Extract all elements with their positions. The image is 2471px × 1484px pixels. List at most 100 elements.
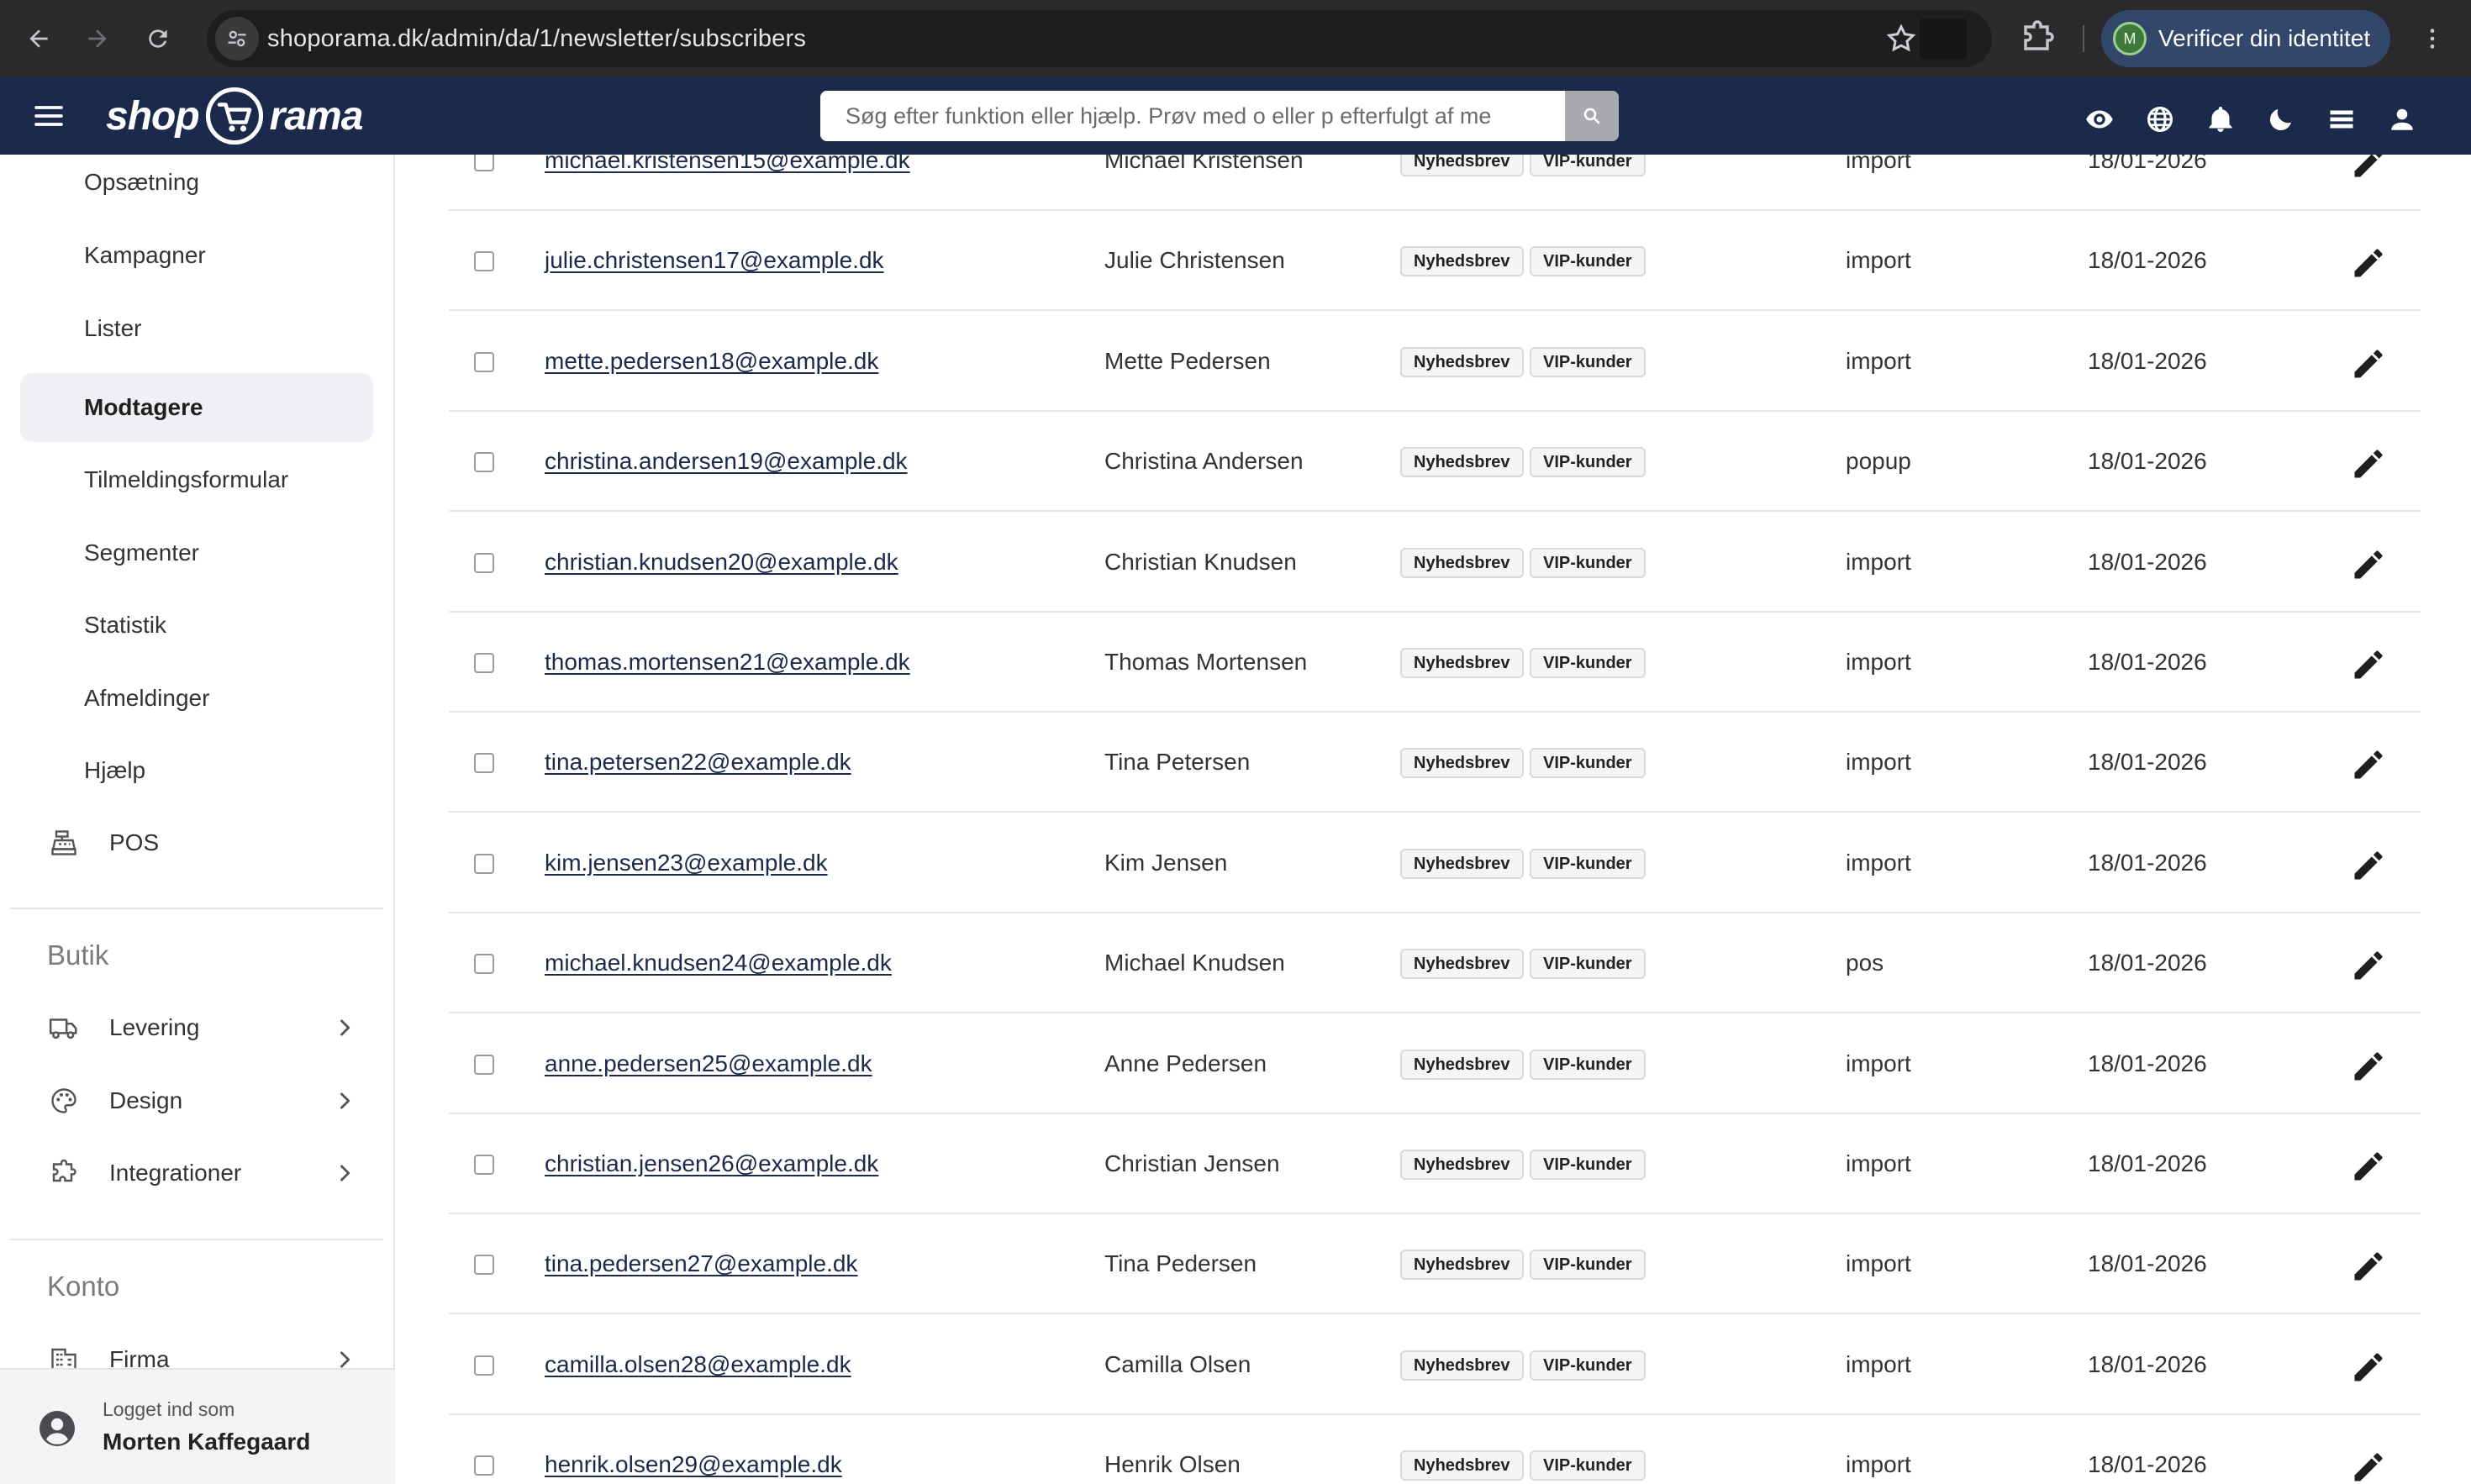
subscriber-email-link[interactable]: kim.jensen23@example.dk: [545, 850, 828, 876]
sidebar-item-segmenter[interactable]: Segmenter: [20, 518, 373, 587]
preview-button[interactable]: [2081, 101, 2118, 138]
subscriber-name: Henrik Olsen: [1104, 1451, 1241, 1477]
chevron-right-icon: [340, 1165, 350, 1181]
shoporama-logo[interactable]: shop rama: [106, 86, 363, 146]
sidebar-item-opsaetning[interactable]: Opsætning: [20, 155, 373, 217]
edit-pencil-icon[interactable]: [2350, 1449, 2387, 1484]
search-icon: [1583, 108, 1600, 124]
row-checkbox[interactable]: [474, 553, 494, 573]
edit-pencil-icon[interactable]: [2350, 746, 2387, 783]
address-bar[interactable]: shoporama.dk/admin/da/1/newsletter/subsc…: [207, 10, 1992, 67]
sidebar-item-design[interactable]: Design: [20, 1066, 356, 1135]
subscriber-name: Anne Pedersen: [1104, 1050, 1267, 1076]
row-checkbox[interactable]: [474, 251, 494, 271]
row-checkbox[interactable]: [474, 1455, 494, 1476]
reload-button[interactable]: [134, 15, 182, 62]
palette-icon: [47, 1084, 81, 1118]
edit-pencil-icon[interactable]: [2350, 947, 2387, 984]
sidebar-item-label: Integrationer: [109, 1160, 242, 1186]
subscriber-email-link[interactable]: christian.jensen26@example.dk: [545, 1150, 878, 1177]
extensions-puzzle-icon[interactable]: [2017, 18, 2057, 59]
row-checkbox[interactable]: [474, 753, 494, 773]
subscriber-email-link[interactable]: michael.knudsen24@example.dk: [545, 950, 892, 976]
sidebar-item-statistik[interactable]: Statistik: [20, 591, 373, 660]
subscriber-email-link[interactable]: christina.andersen19@example.dk: [545, 448, 908, 475]
edit-pencil-icon[interactable]: [2350, 155, 2387, 182]
subscriber-email-link[interactable]: henrik.olsen29@example.dk: [545, 1451, 842, 1478]
shops-button[interactable]: [2323, 101, 2360, 138]
sidebar-item-tilmeldingsformular[interactable]: Tilmeldingsformular: [20, 445, 373, 514]
list-badge-nyhedsbrev: Nyhedsbrev: [1400, 1150, 1524, 1180]
sidebar-item-lister[interactable]: Lister: [20, 294, 373, 363]
search-input[interactable]: [820, 91, 1565, 141]
row-checkbox[interactable]: [474, 954, 494, 974]
subscriber-source: pos: [1846, 950, 1884, 976]
eye-icon: [2086, 110, 2113, 129]
table-row: christian.knudsen20@example.dk Christian …: [449, 513, 2421, 613]
sidebar-item-kampagner[interactable]: Kampagner: [20, 221, 373, 290]
subscriber-name: Michael Knudsen: [1104, 950, 1285, 976]
subscriber-email-link[interactable]: julie.christensen17@example.dk: [545, 247, 884, 274]
edit-pencil-icon[interactable]: [2350, 1048, 2387, 1085]
sidebar-item-afmeldinger[interactable]: Afmeldinger: [20, 664, 373, 733]
sidebar-item-integrationer[interactable]: Integrationer: [20, 1139, 356, 1208]
edit-pencil-icon[interactable]: [2350, 646, 2387, 683]
account-button[interactable]: [2384, 101, 2421, 138]
row-checkbox[interactable]: [474, 1255, 494, 1275]
notifications-button[interactable]: [2202, 101, 2239, 138]
back-button[interactable]: [15, 15, 62, 62]
row-checkbox[interactable]: [474, 452, 494, 472]
subscriber-date: 18/01-2026: [2088, 448, 2207, 474]
cart-logo-icon: [205, 87, 263, 145]
subscriber-email-link[interactable]: tina.petersen22@example.dk: [545, 749, 851, 776]
subscriber-email-link[interactable]: camilla.olsen28@example.dk: [545, 1351, 851, 1378]
edit-pencil-icon[interactable]: [2350, 445, 2387, 482]
row-checkbox[interactable]: [474, 1055, 494, 1075]
subscriber-email-link[interactable]: mette.pedersen18@example.dk: [545, 348, 878, 375]
subscriber-email-link[interactable]: christian.knudsen20@example.dk: [545, 549, 898, 576]
edit-pencil-icon[interactable]: [2350, 1349, 2387, 1386]
list-badge-nyhedsbrev: Nyhedsbrev: [1400, 548, 1524, 578]
sidebar-item-levering[interactable]: Levering: [20, 993, 356, 1062]
row-checkbox[interactable]: [474, 1355, 494, 1376]
forward-button[interactable]: [74, 15, 121, 62]
row-checkbox[interactable]: [474, 1155, 494, 1175]
sidebar-item-modtagere[interactable]: Modtagere: [20, 373, 373, 442]
row-checkbox[interactable]: [474, 155, 494, 171]
dark-mode-button[interactable]: [2263, 101, 2300, 138]
edit-pencil-icon[interactable]: [2350, 245, 2387, 282]
bookmark-star-icon[interactable]: [1884, 22, 1918, 55]
extension-slot[interactable]: [1920, 18, 1967, 59]
row-checkbox[interactable]: [474, 653, 494, 673]
table-row: henrik.olsen29@example.dk Henrik Olsen Nyh…: [449, 1415, 2421, 1484]
subscriber-email-link[interactable]: tina.pedersen27@example.dk: [545, 1250, 857, 1277]
table-row: tina.petersen22@example.dk Tina Petersen N…: [449, 713, 2421, 813]
browser-menu-button[interactable]: [2412, 18, 2453, 59]
subscriber-source: popup: [1846, 448, 1911, 474]
edit-pencil-icon[interactable]: [2350, 847, 2387, 884]
sidebar-item-hjaelp[interactable]: Hjælp: [20, 736, 373, 805]
list-badge-vip-kunder: VIP-kunder: [1530, 155, 1646, 176]
sidebar-item-pos[interactable]: POS: [20, 808, 356, 877]
site-settings-icon[interactable]: [215, 17, 259, 61]
list-badge-nyhedsbrev: Nyhedsbrev: [1400, 648, 1524, 678]
list-badge-vip-kunder: VIP-kunder: [1530, 347, 1646, 377]
subscriber-email-link[interactable]: thomas.mortensen21@example.dk: [545, 649, 910, 676]
verify-identity-button[interactable]: M Verificer din identitet: [2101, 10, 2390, 67]
edit-pencil-icon[interactable]: [2350, 1248, 2387, 1285]
edit-pencil-icon[interactable]: [2350, 1148, 2387, 1185]
subscriber-email-link[interactable]: anne.pedersen25@example.dk: [545, 1050, 872, 1077]
subscriber-email-link[interactable]: michael.kristensen15@example.dk: [545, 155, 910, 174]
language-button[interactable]: [2142, 101, 2179, 138]
verify-identity-label: Verificer din identitet: [2158, 25, 2371, 51]
subscriber-source: import: [1846, 1050, 1911, 1076]
row-checkbox[interactable]: [474, 854, 494, 874]
hamburger-menu-icon[interactable]: [32, 99, 66, 133]
edit-pencil-icon[interactable]: [2350, 546, 2387, 583]
search-button[interactable]: [1565, 91, 1619, 141]
subscriber-date: 18/01-2026: [2088, 1150, 2207, 1176]
edit-pencil-icon[interactable]: [2350, 345, 2387, 382]
list-badge-nyhedsbrev: Nyhedsbrev: [1400, 1350, 1524, 1381]
row-checkbox[interactable]: [474, 352, 494, 372]
subscriber-date: 18/01-2026: [2088, 850, 2207, 876]
